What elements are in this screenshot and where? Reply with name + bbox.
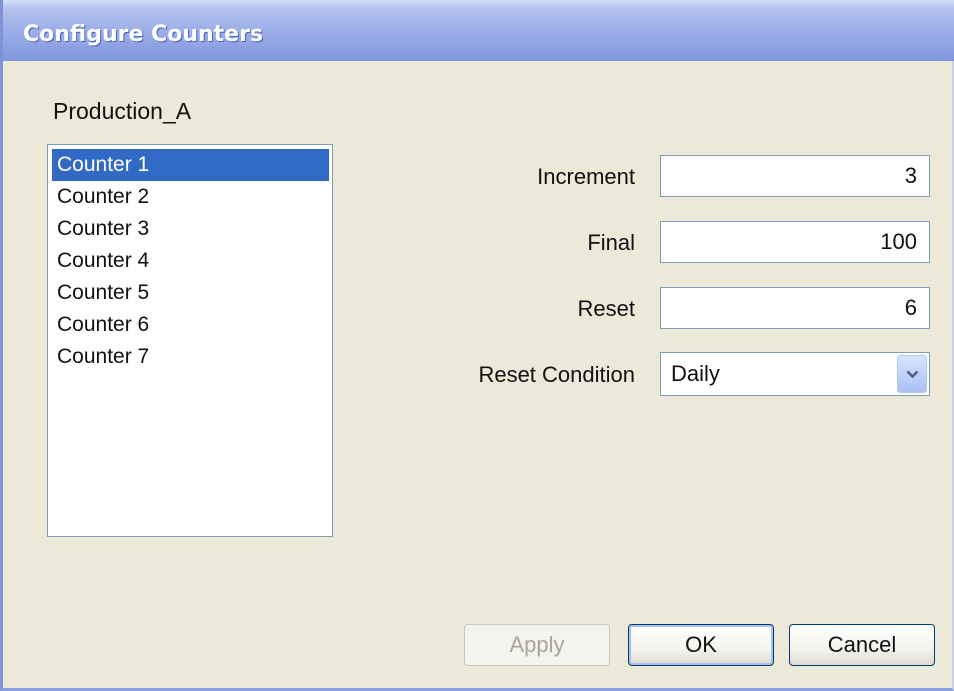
list-item-counter-3[interactable]: Counter 3 [52, 213, 329, 245]
list-item-counter-1[interactable]: Counter 1 [52, 149, 329, 181]
configure-counters-dialog: Configure Counters Production_A Counter … [0, 0, 954, 691]
dropdown-button[interactable] [897, 355, 927, 393]
increment-label: Increment [537, 164, 635, 189]
reset-condition-value: Daily [671, 361, 720, 386]
reset-input[interactable]: 6 [660, 287, 930, 329]
ok-button[interactable]: OK [628, 624, 774, 666]
increment-input[interactable]: 3 [660, 155, 930, 197]
title-bar[interactable]: Configure Counters [3, 0, 954, 61]
list-item-counter-4[interactable]: Counter 4 [52, 245, 329, 277]
window-title: Configure Counters [23, 22, 264, 47]
final-input[interactable]: 100 [660, 221, 930, 263]
counter-list[interactable]: Counter 1 Counter 2 Counter 3 Counter 4 … [47, 144, 333, 537]
group-name-label: Production_A [53, 98, 192, 124]
list-item-counter-2[interactable]: Counter 2 [52, 181, 329, 213]
reset-label: Reset [577, 296, 635, 321]
final-label: Final [587, 230, 635, 255]
list-item-counter-7[interactable]: Counter 7 [52, 341, 329, 373]
list-item-counter-6[interactable]: Counter 6 [52, 309, 329, 341]
list-item-counter-5[interactable]: Counter 5 [52, 277, 329, 309]
cancel-button[interactable]: Cancel [789, 624, 935, 666]
reset-condition-label: Reset Condition [478, 362, 635, 387]
chevron-down-icon [906, 370, 919, 379]
reset-condition-select[interactable]: Daily [660, 352, 930, 396]
apply-button[interactable]: Apply [464, 624, 610, 666]
